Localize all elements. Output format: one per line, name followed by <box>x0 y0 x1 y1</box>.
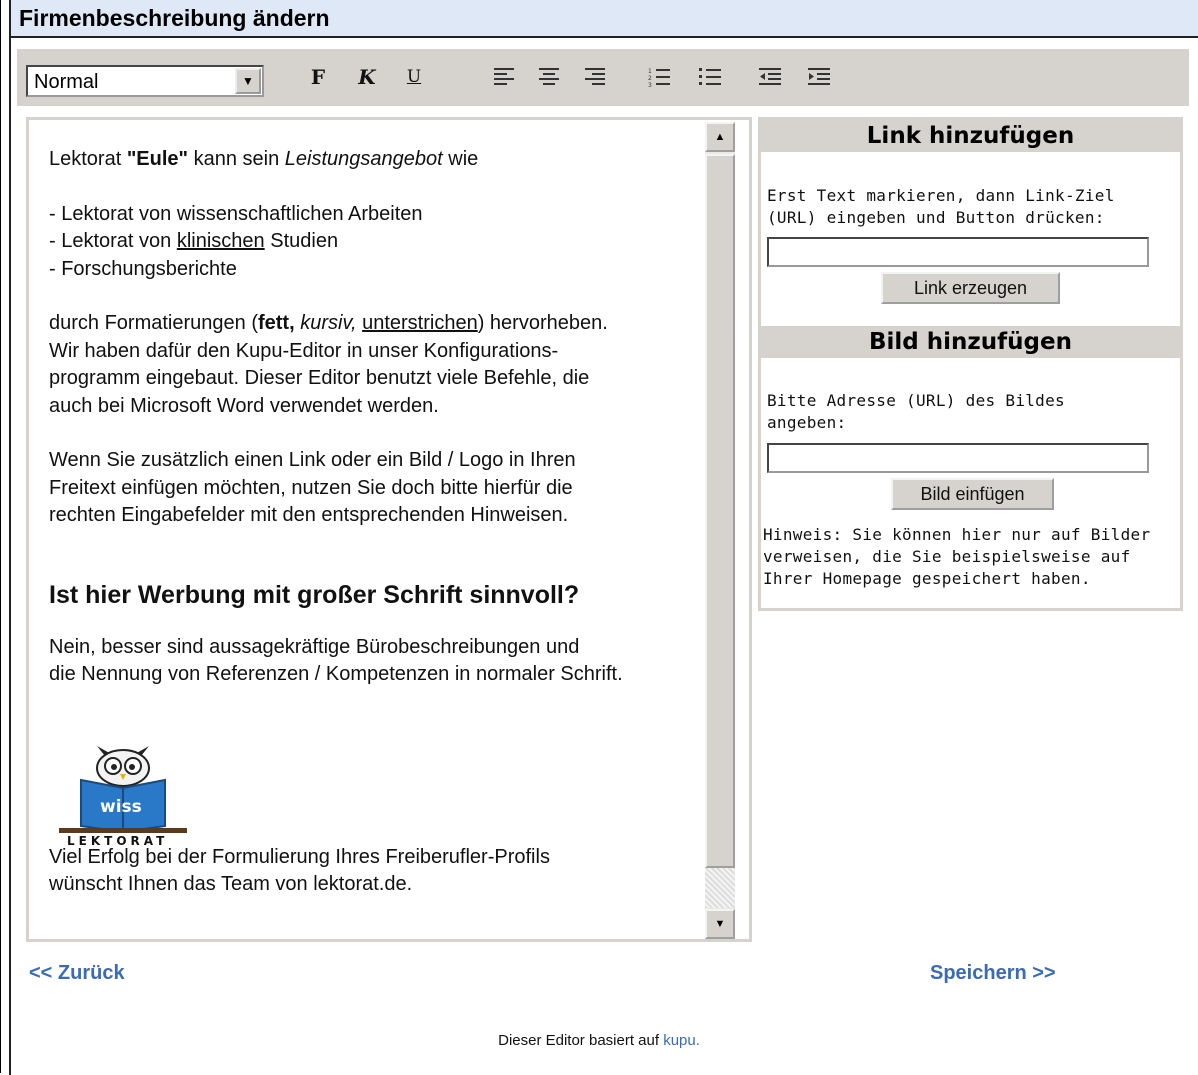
indent-button[interactable] <box>805 63 833 91</box>
svg-text:1: 1 <box>648 68 652 75</box>
rich-text-editor[interactable]: Lektorat "Eule" kann sein Leistungsangeb… <box>26 117 752 942</box>
kupu-link[interactable]: kupu <box>663 1032 696 1049</box>
list-item: - Lektorat von wissenschaftlichen Arbeit… <box>49 202 423 225</box>
save-link[interactable]: Speichern >> <box>930 962 1056 985</box>
editor-paragraph-line: wünscht Ihnen das Team von lektorat.de. <box>49 873 413 895</box>
footer-period: . <box>695 1032 700 1049</box>
page-title: Firmenbeschreibung ändern <box>19 5 330 31</box>
editor-paragraph-line: programm eingebaut. Dieser Editor benutz… <box>49 367 590 389</box>
insert-image-button[interactable]: Bild einfügen <box>891 478 1054 510</box>
list-item: - Forschungsberichte <box>49 257 237 280</box>
scroll-track[interactable] <box>705 868 735 908</box>
outdent-button[interactable] <box>756 63 784 91</box>
editor-paragraph-line: auch bei Microsoft Word verwendet werden… <box>49 394 439 417</box>
editor-paragraph: Lektorat "Eule" kann sein Leistungsangeb… <box>49 148 479 170</box>
back-link[interactable]: << Zurück <box>29 962 125 985</box>
create-link-button[interactable]: Link erzeugen <box>881 272 1060 304</box>
editor-paragraph-line: Freitext einfügen möchten, nutzen Sie do… <box>49 476 573 499</box>
logo-text-wiss: wiss <box>100 797 142 817</box>
editor-paragraph-line: rechten Eingabefelder mit den entspreche… <box>49 504 569 526</box>
scroll-down-button[interactable]: ▼ <box>705 909 735 939</box>
svg-text:2: 2 <box>648 75 652 82</box>
bullet-list-icon <box>699 68 721 85</box>
italic-button[interactable]: K <box>353 63 381 91</box>
image-url-input[interactable] <box>767 443 1149 473</box>
bullet-list-button[interactable] <box>696 63 724 91</box>
arrow-up-icon: ▲ <box>714 131 726 143</box>
scroll-thumb[interactable] <box>705 154 735 868</box>
editor-paragraph-line: Wenn Sie zusätzlich einen Link oder ein … <box>49 449 576 471</box>
editor-paragraph-line: Wir haben dafür den Kupu-Editor in unser… <box>49 339 559 362</box>
bold-button[interactable]: F <box>304 63 332 91</box>
svg-text:3: 3 <box>648 82 652 87</box>
align-left-button[interactable] <box>490 63 518 91</box>
chevron-down-icon[interactable]: ▼ <box>235 68 261 94</box>
align-left-icon <box>494 68 514 85</box>
footer: Dieser Editor basiert auf kupu. <box>0 1032 1198 1049</box>
align-right-icon <box>585 68 605 85</box>
image-hint: Hinweis: Sie können hier nur auf Bilder … <box>763 525 1151 588</box>
logo-text-lektorat: LEKTORAT <box>67 834 169 848</box>
editor-paragraph-line: Nein, besser sind aussagekräftige Bürobe… <box>49 635 580 658</box>
list-item: - Lektorat von klinischen Studien <box>49 230 339 252</box>
left-border <box>9 0 11 1075</box>
image-instructions: Bitte Adresse (URL) des Bildes angeben: <box>767 391 1065 432</box>
align-center-icon <box>539 68 559 85</box>
underline-button[interactable]: U <box>400 63 428 91</box>
arrow-down-icon: ▼ <box>714 918 726 930</box>
link-panel-title: Link hinzufügen <box>761 120 1180 152</box>
side-panel: Link hinzufügen Erst Text markieren, dan… <box>758 117 1183 611</box>
ordered-list-icon: 123 <box>648 68 670 87</box>
editor-toolbar: Normal ▼ F K U 123 <box>17 49 1189 106</box>
format-select[interactable]: Normal ▼ <box>26 65 264 97</box>
editor-heading: Ist hier Werbung mit großer Schrift sinn… <box>49 580 580 609</box>
editor-paragraph-line: die Nennung von Referenzen / Kompetenzen… <box>49 663 623 685</box>
ordered-list-button[interactable]: 123 <box>645 63 673 91</box>
format-select-value: Normal <box>34 71 99 93</box>
editor-scrollbar[interactable]: ▲ ▼ <box>705 122 735 939</box>
image-panel-title: Bild hinzufügen <box>761 326 1180 358</box>
owl-icon <box>96 746 150 787</box>
outdent-icon <box>759 68 781 85</box>
scroll-up-button[interactable]: ▲ <box>705 122 735 152</box>
footer-text: Dieser Editor basiert auf <box>498 1032 664 1049</box>
indent-icon <box>808 68 830 85</box>
align-center-button[interactable] <box>535 63 563 91</box>
link-url-input[interactable] <box>767 237 1149 267</box>
page-title-bar: Firmenbeschreibung ändern <box>9 0 1198 38</box>
link-instructions: Erst Text markieren, dann Link-Ziel (URL… <box>767 186 1115 227</box>
wiss-lektorat-logo: wiss LEKTORAT <box>53 740 193 850</box>
editor-paragraph: durch Formatierungen (fett, kursiv, unte… <box>49 312 608 334</box>
align-right-button[interactable] <box>581 63 609 91</box>
